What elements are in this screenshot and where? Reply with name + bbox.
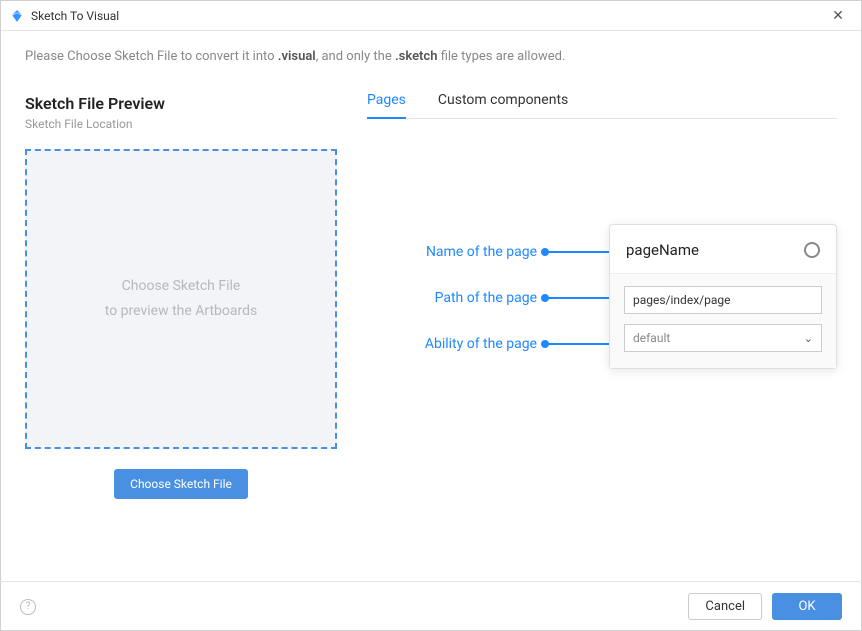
window-title: Sketch To Visual <box>31 9 119 23</box>
instruction-text: Please Choose Sketch File to convert it … <box>25 49 837 64</box>
page-config-popover: pageName default ⌄ <box>609 224 837 369</box>
connector-line <box>545 251 615 253</box>
cancel-button[interactable]: Cancel <box>688 593 762 620</box>
app-icon <box>9 8 25 24</box>
close-icon[interactable]: ✕ <box>823 8 853 24</box>
tab-custom-components[interactable]: Custom components <box>438 92 568 118</box>
chevron-down-icon: ⌄ <box>804 332 813 345</box>
page-ability-select[interactable]: default ⌄ <box>624 324 822 352</box>
page-path-input[interactable] <box>624 286 822 314</box>
page-radio[interactable] <box>804 242 820 258</box>
connector-line <box>545 297 615 299</box>
label-path-of-page: Path of the page <box>397 290 537 306</box>
titlebar: Sketch To Visual ✕ <box>1 1 861 31</box>
preview-subtitle: Sketch File Location <box>25 117 337 131</box>
dropzone-line1: Choose Sketch File <box>122 274 241 299</box>
footer: ? Cancel OK <box>0 581 862 631</box>
preview-title: Sketch File Preview <box>25 94 337 113</box>
sketch-dropzone[interactable]: Choose Sketch File to preview the Artboa… <box>25 149 337 449</box>
select-value: default <box>633 331 670 345</box>
choose-sketch-button[interactable]: Choose Sketch File <box>114 469 248 499</box>
ok-button[interactable]: OK <box>772 593 842 620</box>
dropzone-line2: to preview the Artboards <box>105 299 258 324</box>
tab-pages[interactable]: Pages <box>367 92 406 118</box>
label-name-of-page: Name of the page <box>397 244 537 260</box>
tabs: Pages Custom components <box>367 92 837 119</box>
popover-title: pageName <box>626 241 699 259</box>
connector-line <box>545 343 615 345</box>
label-ability-of-page: Ability of the page <box>397 336 537 352</box>
content-area: Please Choose Sketch File to convert it … <box>1 31 861 581</box>
help-icon[interactable]: ? <box>20 599 36 615</box>
